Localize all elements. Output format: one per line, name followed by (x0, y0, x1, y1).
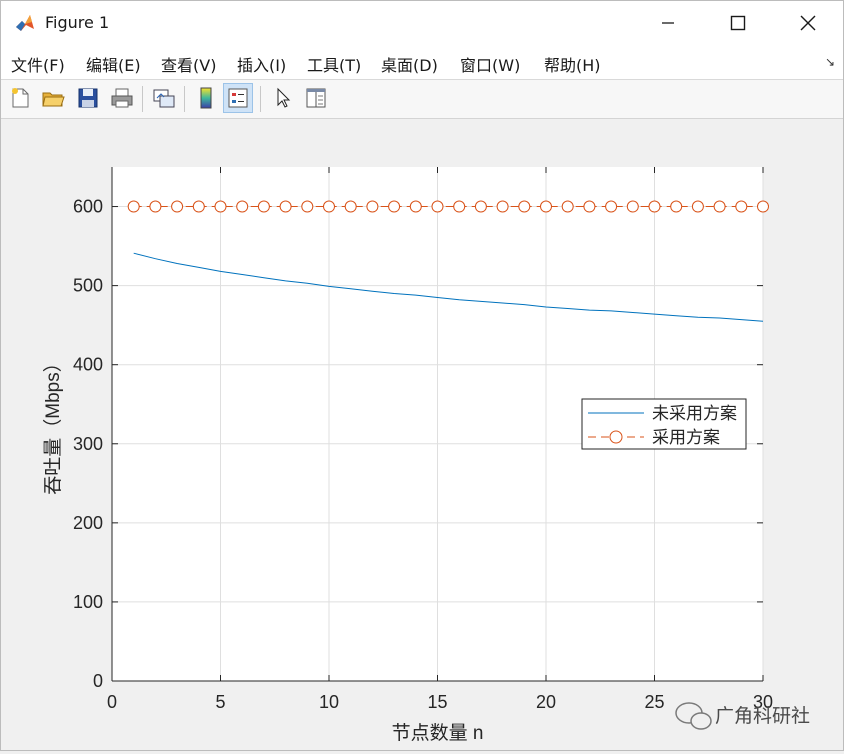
property-editor-icon (306, 88, 326, 108)
x-axis-label: 节点数量 n (392, 722, 484, 744)
data-point (257, 200, 270, 213)
dock-arrow-icon[interactable]: ↘ (825, 55, 835, 69)
data-point (518, 200, 531, 213)
plot-svg: 0 5 10 15 20 25 300100200300400500600节点数量 n吞吐量… (42, 167, 810, 744)
legend-label-2: 采用方案 (652, 428, 720, 447)
data-point (279, 200, 292, 213)
legend-icon (228, 88, 248, 108)
data-point (127, 200, 140, 213)
open-file-icon (42, 92, 65, 107)
y-tick-label: 400 (73, 355, 103, 375)
colorbar-button[interactable] (191, 83, 221, 113)
data-point (431, 200, 444, 213)
data-point (171, 200, 184, 213)
y-tick-label: 100 (73, 592, 103, 612)
legend-button[interactable] (223, 83, 253, 113)
data-point (757, 200, 769, 213)
pointer-button[interactable] (268, 83, 298, 113)
data-point (474, 200, 487, 213)
menu-file[interactable]: 文件(F) (11, 52, 65, 76)
menu-tools[interactable]: 工具(T) (307, 52, 361, 76)
wechat-logo-icon (675, 702, 712, 730)
toolbar-separator (184, 86, 185, 112)
data-point (648, 200, 661, 213)
save-icon (78, 88, 98, 108)
x-tick-label: 15 (427, 692, 447, 712)
y-tick-label: 0 (93, 671, 103, 691)
data-point (626, 200, 639, 213)
menu-window[interactable]: 窗口(W) (460, 52, 520, 76)
menu-bar: 文件(F) 编辑(E) 查看(V) 插入(I) 工具(T) 桌面(D) 窗口(W… (1, 45, 843, 80)
link-plot-icon (153, 89, 175, 108)
data-point (409, 200, 422, 213)
property-editor-button[interactable] (301, 83, 331, 113)
close-button[interactable] (773, 1, 843, 45)
data-point (561, 200, 574, 213)
matlab-icon (14, 12, 36, 34)
wechat-bubble-small (690, 712, 712, 730)
data-point (236, 200, 249, 213)
data-point (388, 200, 401, 213)
data-point (713, 200, 726, 213)
data-point (735, 200, 748, 213)
y-tick-label: 600 (73, 197, 103, 217)
save-button[interactable] (73, 83, 103, 113)
data-point (453, 200, 466, 213)
x-tick-label: 0 (107, 692, 117, 712)
legend-label-1: 未采用方案 (652, 404, 737, 423)
maximize-button[interactable] (703, 1, 773, 45)
y-tick-label: 300 (73, 434, 103, 454)
toolbar (1, 80, 843, 119)
data-point (670, 200, 683, 213)
watermark-text: 广角科研社 (715, 705, 810, 727)
figure-window: Figure 1 文件(F) 编辑(E) 查看(V) 插入(I) 工具(T) 桌… (0, 0, 844, 751)
link-plot-button[interactable] (149, 83, 179, 113)
new-figure-button[interactable] (5, 83, 35, 113)
menu-help[interactable]: 帮助(H) (544, 52, 601, 76)
data-point (366, 200, 379, 213)
maximize-icon (730, 15, 746, 31)
x-tick-label: 25 (644, 692, 664, 712)
data-point (149, 200, 162, 213)
toolbar-separator (142, 86, 143, 112)
menu-view[interactable]: 查看(V) (161, 52, 216, 76)
print-icon (111, 88, 133, 108)
title-bar: Figure 1 (1, 1, 843, 45)
minimize-icon (662, 22, 674, 24)
y-tick-label: 500 (73, 276, 103, 296)
data-point (496, 200, 509, 213)
open-file-button[interactable] (38, 83, 68, 113)
menu-desktop[interactable]: 桌面(D) (381, 52, 438, 76)
menu-insert[interactable]: 插入(I) (237, 52, 286, 76)
print-button[interactable] (107, 83, 137, 113)
y-axis-label: 吞吐量（Mbps） (42, 353, 64, 494)
menu-edit[interactable]: 编辑(E) (86, 52, 141, 76)
new-figure-icon (12, 88, 29, 108)
data-point (323, 200, 335, 213)
x-tick-label: 5 (215, 692, 225, 712)
window-title: Figure 1 (45, 13, 110, 32)
legend-marker (609, 430, 623, 444)
minimize-button[interactable] (633, 1, 703, 45)
pointer-icon (277, 87, 291, 108)
y-tick-label: 200 (73, 513, 103, 533)
close-icon (800, 15, 816, 31)
data-point (691, 200, 704, 213)
data-point (344, 200, 357, 213)
colorbar-icon (200, 87, 212, 109)
x-tick-label: 20 (536, 692, 556, 712)
data-point (301, 200, 314, 213)
data-point (214, 200, 227, 213)
data-point (583, 200, 596, 213)
x-tick-label: 10 (319, 692, 339, 712)
data-point (192, 200, 205, 213)
toolbar-separator (260, 86, 261, 112)
data-point (605, 200, 618, 213)
data-point (540, 200, 552, 213)
figure-canvas: 0 5 10 15 20 25 30 0 100 200 300 400 500 600 节点数量 n 吞吐量… (1, 119, 843, 750)
